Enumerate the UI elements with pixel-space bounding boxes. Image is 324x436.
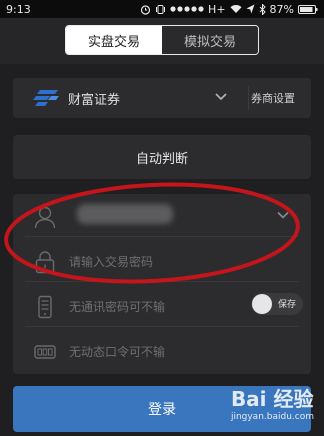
battery-icon — [298, 4, 318, 14]
toggle-knob — [252, 294, 272, 314]
trade-mode-tabs: 实盘交易 模拟交易 — [65, 25, 259, 55]
save-toggle-label: 保存 — [278, 300, 297, 310]
bluetooth-icon — [259, 3, 266, 15]
alarm-icon — [140, 4, 151, 15]
comm-password-input[interactable]: 无通讯密码可不输 — [69, 298, 165, 315]
status-time: 9:13 — [6, 2, 31, 16]
battery-percent: 87% — [269, 2, 294, 16]
tab-real-trading[interactable]: 实盘交易 — [66, 26, 162, 54]
broker-name: 财富证券 — [68, 92, 121, 108]
login-form: 请输入交易密码 无通讯密码可不输 保存 无动态口令可不输 — [13, 194, 311, 374]
signal-dots-icon — [170, 6, 204, 12]
password-row[interactable]: 请输入交易密码 — [13, 239, 311, 284]
chevron-down-icon[interactable] — [277, 211, 289, 220]
phone-icon — [38, 295, 52, 318]
status-bar: 9:13 H+ 87% — [0, 0, 324, 18]
comm-password-row[interactable]: 无通讯密码可不输 保存 — [13, 284, 311, 329]
location-arrow-icon — [246, 4, 255, 14]
tab-simulated-trading[interactable]: 模拟交易 — [162, 26, 258, 54]
login-button[interactable]: 登录 — [13, 386, 311, 432]
account-row[interactable] — [13, 194, 311, 239]
divider — [25, 326, 299, 327]
vibrate-icon — [156, 4, 166, 14]
dynamic-code-input[interactable]: 无动态口令可不输 — [69, 343, 165, 360]
divider — [25, 236, 299, 237]
header: 实盘交易 模拟交易 — [0, 18, 324, 64]
network-type: H+ — [208, 2, 226, 16]
status-icons: H+ 87% — [140, 3, 318, 16]
broker-selector[interactable]: 财富证券 券商设置 — [13, 78, 311, 118]
divider — [248, 86, 249, 110]
auto-detect-button[interactable]: 自动判断 — [13, 135, 311, 179]
user-icon — [34, 206, 56, 228]
dynamic-code-row[interactable]: 无动态口令可不输 — [13, 329, 311, 374]
chevron-down-icon[interactable] — [215, 92, 227, 102]
wifi-icon — [230, 5, 242, 13]
divider — [25, 281, 299, 282]
broker-logo — [33, 90, 59, 106]
save-toggle[interactable]: 保存 — [251, 293, 303, 315]
password-input[interactable]: 请输入交易密码 — [69, 253, 153, 270]
account-value-blurred — [77, 204, 173, 224]
token-icon — [34, 344, 56, 359]
lock-icon — [35, 250, 55, 273]
broker-settings-button[interactable]: 券商设置 — [251, 90, 295, 106]
